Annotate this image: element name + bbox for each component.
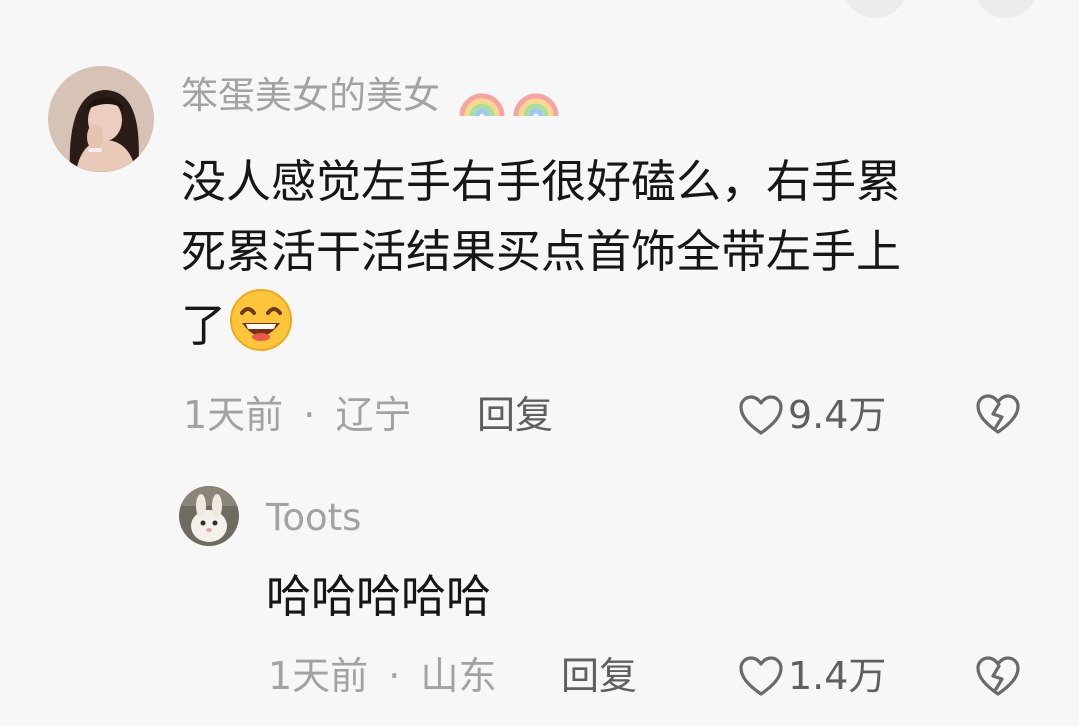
commenter-avatar[interactable] [48,66,154,172]
comment-text-line: 死累活干活结果买点首饰全带左手上 [181,225,902,278]
broken-heart-icon [976,394,1020,434]
grinning-smile-emoji [230,289,293,351]
username-text: 笨蛋美女的美女 [181,74,440,117]
like-count: 9.4万 [788,393,887,437]
comment-text-line: 了 [181,299,227,352]
like-count: 1.4万 [788,654,887,698]
commenter-username[interactable]: 笨蛋美女的美女 [181,72,560,122]
top-action-button-left[interactable] [843,0,907,18]
meta-separator: · [303,393,316,437]
heart-icon [739,395,783,435]
reply-like-button[interactable]: 1.4万 [738,652,886,700]
reply-body: 哈哈哈哈哈 [266,570,492,623]
dislike-button[interactable] [975,393,1021,439]
rainbow-icon [513,93,559,116]
comment-body: 没人感觉左手右手很好磕么，右手累 死累活干活结果买点首饰全带左手上 了 [181,147,1061,361]
comment-location: 辽宁 [335,393,412,437]
comment-meta: 1天前 · 辽宁 [183,391,411,439]
reply-time: 1天前 [268,654,369,698]
heart-icon [739,656,783,696]
reply-button[interactable]: 回复 [477,391,553,439]
comment-text-line: 没人感觉左手右手很好磕么，右手累 [181,155,902,208]
like-button[interactable]: 9.4万 [738,391,886,439]
reply-dislike-button[interactable] [975,655,1021,701]
broken-heart-icon [976,656,1020,696]
reply-username[interactable]: Toots [266,494,361,542]
top-action-button-right[interactable] [974,0,1038,18]
rainbow-icon [459,93,505,116]
reply-avatar[interactable] [179,486,239,546]
meta-separator: · [388,654,401,698]
reply-location: 山东 [420,654,497,698]
comment-time: 1天前 [183,393,284,437]
reply-reply-button[interactable]: 回复 [561,652,637,700]
reply-meta: 1天前 · 山东 [268,652,496,700]
